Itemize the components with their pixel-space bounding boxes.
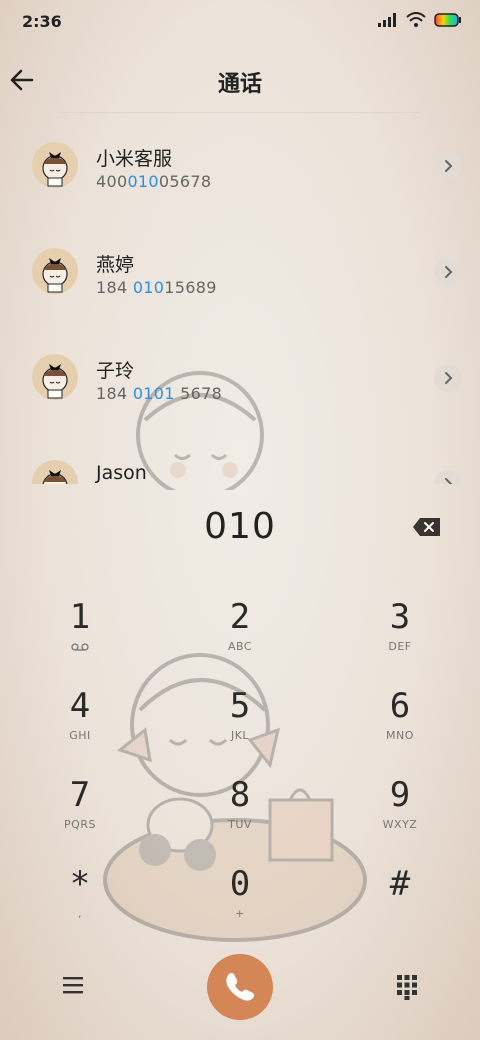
contact-row[interactable]: 子玲 184 0101 5678 xyxy=(0,326,480,432)
battery-icon xyxy=(434,13,461,27)
key-digit: 9 xyxy=(389,775,411,815)
contact-name: 燕婷 xyxy=(96,254,135,276)
menu-icon[interactable] xyxy=(62,976,84,994)
key-star[interactable]: * , xyxy=(20,865,140,949)
chevron-right-icon xyxy=(445,372,453,384)
contact-number: 40001005678 xyxy=(96,172,212,191)
key-hash[interactable]: # xyxy=(340,865,460,949)
contact-detail-button[interactable] xyxy=(434,152,462,180)
key-digit: 5 xyxy=(229,686,251,726)
contact-list: 小米客服 40001005678 燕婷 184 01015689 子玲 184 … xyxy=(0,114,480,484)
key-4[interactable]: 4 GHI xyxy=(20,687,140,771)
dialed-number: 010 xyxy=(204,506,276,547)
contact-number: 184 01015689 xyxy=(96,278,217,297)
girl-avatar-icon xyxy=(42,364,68,399)
wifi-icon xyxy=(406,12,426,27)
header-divider xyxy=(60,112,420,113)
key-letters: + xyxy=(235,907,245,920)
key-letters: PQRS xyxy=(64,818,96,831)
contact-row[interactable]: Jason xyxy=(0,432,480,484)
status-icons xyxy=(378,12,462,28)
girl-avatar-icon xyxy=(42,470,68,484)
contact-detail-button[interactable] xyxy=(434,364,462,392)
key-8[interactable]: 8 TUV xyxy=(180,776,300,860)
key-letters: WXYZ xyxy=(382,818,418,831)
contact-row[interactable]: 小米客服 40001005678 xyxy=(0,114,480,220)
header: 通话 xyxy=(0,52,480,112)
avatar xyxy=(32,142,78,188)
chevron-right-icon xyxy=(445,160,453,172)
key-5[interactable]: 5 JKL xyxy=(180,687,300,771)
key-letters: , xyxy=(78,907,82,920)
contact-name: Jason xyxy=(96,462,147,484)
dialpad-icon[interactable] xyxy=(396,974,418,1000)
contact-number: 184 0101 5678 xyxy=(96,384,223,403)
key-digit: 1 xyxy=(69,597,91,637)
key-1[interactable]: 1 xyxy=(20,598,140,682)
key-letters: DEF xyxy=(388,640,412,653)
chevron-right-icon xyxy=(445,266,453,278)
backspace-icon[interactable] xyxy=(412,517,442,537)
contact-name: 子玲 xyxy=(96,360,135,382)
key-letters: MNO xyxy=(386,729,414,742)
key-3[interactable]: 3 DEF xyxy=(340,598,460,682)
key-6[interactable]: 6 MNO xyxy=(340,687,460,771)
key-digit: # xyxy=(389,864,411,904)
girl-avatar-icon xyxy=(42,152,68,187)
call-button[interactable] xyxy=(207,954,273,1020)
key-digit: 8 xyxy=(229,775,251,815)
key-letters: JKL xyxy=(230,729,250,742)
key-9[interactable]: 9 WXYZ xyxy=(340,776,460,860)
girl-avatar-icon xyxy=(42,258,68,293)
key-digit: 3 xyxy=(389,597,411,637)
key-digit: 2 xyxy=(229,597,251,637)
contact-detail-button[interactable] xyxy=(434,258,462,286)
page-title: 通话 xyxy=(217,72,262,97)
contact-row[interactable]: 燕婷 184 01015689 xyxy=(0,220,480,326)
key-2[interactable]: 2 ABC xyxy=(180,598,300,682)
phone-icon xyxy=(226,973,254,1001)
contact-detail-button[interactable] xyxy=(434,470,462,484)
key-digit: 6 xyxy=(389,686,411,726)
key-letters: ABC xyxy=(227,640,253,653)
status-time: 2:36 xyxy=(22,12,62,31)
status-bar: 2:36 xyxy=(0,0,480,44)
key-digit: 0 xyxy=(229,864,251,904)
key-7[interactable]: 7 PQRS xyxy=(20,776,140,860)
key-digit: 4 xyxy=(69,686,91,726)
voicemail-icon xyxy=(71,643,89,651)
avatar xyxy=(32,354,78,400)
key-digit: 7 xyxy=(69,775,91,815)
avatar xyxy=(32,460,78,484)
contact-name: 小米客服 xyxy=(96,148,173,170)
key-letters: GHI xyxy=(69,729,91,742)
bottom-action-bar xyxy=(0,950,480,1022)
signal-icon xyxy=(378,13,396,27)
key-digit: * xyxy=(69,864,91,904)
chevron-right-icon xyxy=(445,478,453,484)
key-0[interactable]: 0 + xyxy=(180,865,300,949)
avatar xyxy=(32,248,78,294)
key-letters: TUV xyxy=(228,818,252,831)
